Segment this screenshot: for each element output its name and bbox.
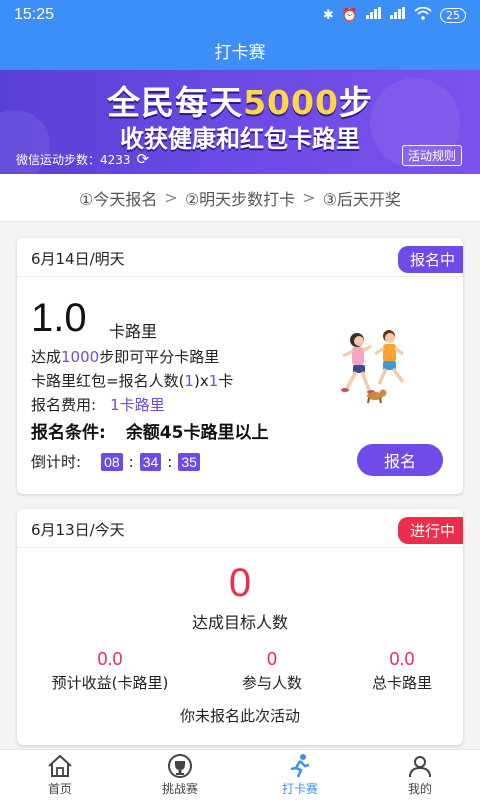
achieved-label: 达成目标人数 xyxy=(191,613,288,632)
stat-participants: 0 参与人数 xyxy=(197,649,347,693)
card-date: 6月13日/今天 xyxy=(31,521,125,539)
status-icons: ✱ ⏰ 25 xyxy=(322,6,466,24)
countdown-label: 倒计时: xyxy=(31,453,82,471)
chevron-right-icon: > xyxy=(302,188,316,207)
signup-fee-value: 1卡路里 xyxy=(110,396,165,414)
bluetooth-icon: ✱ xyxy=(322,7,334,23)
divider xyxy=(17,547,463,548)
bottom-tab-bar: 首页 挑战赛 打卡赛 我的 xyxy=(0,749,480,800)
runner-icon xyxy=(290,754,310,778)
stat-label: 预计收益(卡路里) xyxy=(51,674,169,692)
status-time: 15:25 xyxy=(14,6,55,23)
tab-label: 挑战赛 xyxy=(161,782,198,796)
banner-headline-highlight: 5000 xyxy=(243,83,339,122)
rules-button[interactable]: 活动规则 xyxy=(401,145,462,166)
trophy-icon xyxy=(168,754,192,778)
status-badge: 报名中 xyxy=(397,246,463,273)
page-title: 打卡赛 xyxy=(0,30,480,70)
status-bar: 15:25 ✱ ⏰ 25 xyxy=(0,0,480,30)
refresh-icon[interactable]: ⟳ xyxy=(137,150,150,168)
countdown: 倒计时: 08 : 34 : 35 xyxy=(31,451,200,472)
chevron-right-icon: > xyxy=(164,188,178,207)
tab-checkin[interactable]: 打卡赛 xyxy=(240,750,360,800)
stat-value: 0 xyxy=(266,649,277,669)
stat-expected-income: 0.0 预计收益(卡路里) xyxy=(35,649,185,693)
achieved-count: 0 xyxy=(228,561,252,605)
step-3: ③后天开奖 xyxy=(322,189,401,209)
card-date: 6月14日/明天 xyxy=(31,250,125,268)
stat-label: 总卡路里 xyxy=(371,674,432,692)
wifi-icon xyxy=(414,6,432,24)
banner-headline: 全民每天5000步 xyxy=(107,83,373,122)
stat-value: 0.0 xyxy=(389,649,415,669)
not-joined-notice: 你未报名此次活动 xyxy=(179,707,300,725)
promo-banner[interactable]: 全民每天5000步 收获健康和红包卡路里 微信运动步数：4233 ⟳ 活动规则 xyxy=(0,70,480,174)
reward-amount: 1.0 xyxy=(31,296,87,340)
divider xyxy=(17,276,463,277)
user-icon xyxy=(409,756,431,778)
stat-total-calories: 0.0 总卡路里 xyxy=(327,649,463,693)
tab-label: 打卡赛 xyxy=(281,782,318,796)
signup-button[interactable]: 报名 xyxy=(357,444,443,476)
stat-value: 0.0 xyxy=(97,649,123,669)
challenge-card-tomorrow: 6月14日/明天 报名中 1.0 卡路里 达成1000步即可平分卡路里 卡路里红… xyxy=(17,238,463,494)
countdown-hours: 08 xyxy=(101,452,123,471)
step-1: ①今天报名 xyxy=(79,189,158,209)
tab-label: 首页 xyxy=(47,782,72,796)
reward-unit: 卡路里 xyxy=(109,322,158,341)
battery-icon: 25 xyxy=(440,7,466,23)
signup-fee: 报名费用: 1卡路里 xyxy=(31,396,165,414)
countdown-seconds: 35 xyxy=(178,452,200,471)
signal-icon-2 xyxy=(390,7,406,23)
tab-home[interactable]: 首页 xyxy=(0,750,120,800)
countdown-minutes: 34 xyxy=(139,452,162,471)
challenge-card-today: 6月13日/今天 进行中 0 达成目标人数 0.0 预计收益(卡路里) 0 参与… xyxy=(17,509,463,745)
process-steps: ①今天报名 > ②明天步数打卡 > ③后天开奖 xyxy=(0,174,480,222)
tab-challenge[interactable]: 挑战赛 xyxy=(120,750,240,800)
signal-icon xyxy=(366,7,382,23)
stat-label: 参与人数 xyxy=(241,674,302,692)
red-packet-formula: 卡路里红包=报名人数(1)x1卡 xyxy=(31,372,234,390)
tab-mine[interactable]: 我的 xyxy=(360,750,480,800)
wechat-steps-text: 微信运动步数：4233 xyxy=(16,152,131,167)
alarm-icon: ⏰ xyxy=(341,7,358,23)
tab-label: 我的 xyxy=(407,782,432,796)
signup-condition: 报名条件: 余额45卡路里以上 xyxy=(31,423,269,443)
status-badge: 进行中 xyxy=(397,517,463,544)
goal-description: 达成1000步即可平分卡路里 xyxy=(31,348,220,366)
home-icon xyxy=(48,754,72,777)
wechat-steps: 微信运动步数：4233 ⟳ xyxy=(16,150,149,168)
runners-illustration xyxy=(341,330,405,404)
step-2: ②明天步数打卡 xyxy=(184,189,296,209)
